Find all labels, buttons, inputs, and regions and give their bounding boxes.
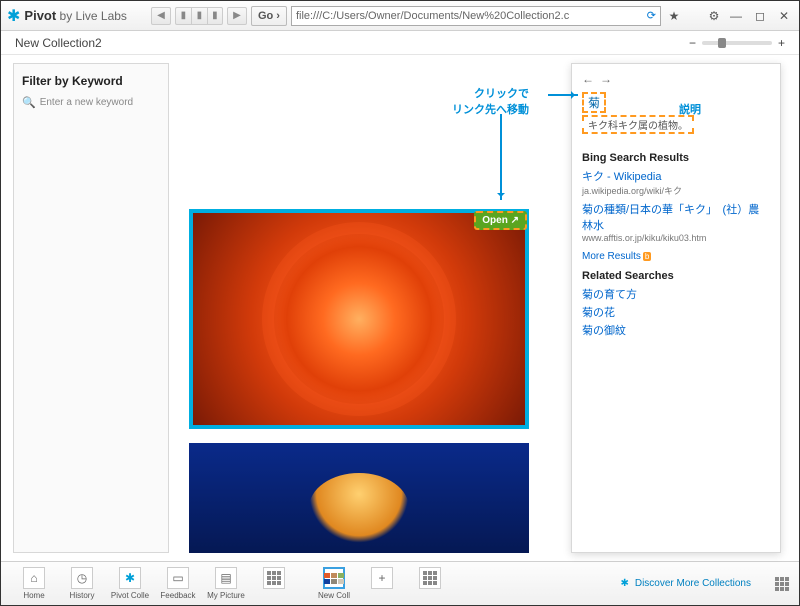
pivot-logo-icon: ✱ (7, 6, 20, 26)
bottom-current-collection[interactable]: New Coll (311, 567, 357, 600)
zoom-slider[interactable] (702, 41, 772, 45)
info-panel: ← → 菊 キク科キク属の植物。 Bing Search Results キク … (571, 63, 781, 553)
search-result-source: ja.wikipedia.org/wiki/キク (582, 184, 770, 197)
nav-seg-2[interactable]: ▮ (191, 7, 207, 25)
page-title: New Collection2 (15, 36, 102, 50)
nav-back-button[interactable]: ◀ (151, 7, 171, 25)
maximize-button[interactable]: ◻ (751, 7, 769, 25)
bottom-grid-view-2[interactable] (407, 567, 453, 600)
panel-item-title[interactable]: 菊 (582, 92, 606, 113)
flower-image (193, 213, 525, 425)
address-text: file:///C:/Users/Owner/Documents/New%20C… (296, 10, 569, 22)
more-results-link[interactable]: More Resultsb (582, 251, 651, 262)
pivot-icon: ✱ (119, 567, 141, 589)
search-icon: 🔍 (22, 96, 36, 109)
bottom-home[interactable]: ⌂Home (11, 567, 57, 600)
zoom-thumb[interactable] (718, 38, 726, 48)
collection-thumb-icon (323, 567, 345, 589)
plus-icon: + (371, 567, 393, 589)
close-button[interactable]: ✕ (775, 7, 793, 25)
panel-back-button[interactable]: ← (582, 72, 594, 86)
zoom-in-button[interactable]: + (778, 36, 785, 50)
related-search-link[interactable]: 菊の花 (582, 304, 770, 320)
pictures-icon: ▤ (215, 567, 237, 589)
favorite-button[interactable]: ★ (665, 7, 683, 25)
zoom-control: − + (689, 36, 785, 50)
app-name: Pivot (24, 8, 56, 23)
settings-button[interactable]: ⚙ (705, 7, 723, 25)
bing-icon: b (643, 252, 651, 261)
app-byline: by Live Labs (60, 9, 127, 23)
panel-item-desc: キク科キク属の植物。 (582, 115, 694, 134)
feedback-icon: ▭ (167, 567, 189, 589)
address-bar[interactable]: file:///C:/Users/Owner/Documents/New%20C… (291, 6, 661, 26)
filter-heading: Filter by Keyword (22, 74, 160, 88)
nav-forward-button[interactable]: ▶ (227, 7, 247, 25)
related-search-link[interactable]: 菊の御紋 (582, 322, 770, 338)
bottom-feedback[interactable]: ▭Feedback (155, 567, 201, 600)
grid-icon (263, 567, 285, 589)
bottom-bar: ⌂Home ◷History ✱Pivot Colle ▭Feedback ▤M… (1, 561, 799, 605)
go-button[interactable]: Go › (251, 6, 287, 26)
title-bar: ✱ Pivot by Live Labs ◀ ▮ ▮ ▮ ▶ Go › file… (1, 1, 799, 31)
app-logo: ✱ Pivot by Live Labs (7, 6, 127, 26)
view-grid-icon[interactable] (775, 577, 789, 591)
filter-sidebar: Filter by Keyword 🔍 Enter a new keyword (13, 63, 169, 553)
nav-seg-1[interactable]: ▮ (175, 7, 191, 25)
bottom-pivot-collections[interactable]: ✱Pivot Colle (107, 567, 153, 600)
nav-history-segment: ▮ ▮ ▮ (175, 7, 223, 25)
bottom-history[interactable]: ◷History (59, 567, 105, 600)
bottom-my-pictures[interactable]: ▤My Picture (203, 567, 249, 600)
discover-link[interactable]: ✱ Discover More Collections (620, 578, 751, 589)
search-result-link[interactable]: 菊の種類/日本の華「キク」 (社）農林水 (582, 201, 770, 233)
annotation-arrow-right (548, 94, 578, 96)
search-result-source: www.afftis.or.jp/kiku/kiku03.htm (582, 233, 770, 243)
search-result-link[interactable]: キク - Wikipedia (582, 168, 770, 184)
refresh-icon[interactable]: ⟳ (647, 9, 656, 22)
related-heading: Related Searches (582, 270, 770, 282)
open-badge[interactable]: Open ↗ (474, 211, 527, 230)
panel-forward-button[interactable]: → (600, 72, 612, 86)
tile-selected[interactable]: Open ↗ (189, 209, 529, 429)
annotation-click-link: クリックで リンク先へ移動 (452, 85, 529, 117)
annotation-explain: 説明 (679, 101, 701, 117)
bing-heading: Bing Search Results (582, 152, 770, 164)
tile-jellyfish[interactable] (189, 443, 529, 553)
related-search-link[interactable]: 菊の育て方 (582, 286, 770, 302)
grid-icon (419, 567, 441, 589)
minimize-button[interactable]: — (727, 7, 745, 25)
keyword-input[interactable]: 🔍 Enter a new keyword (22, 96, 160, 109)
bottom-add-collection[interactable]: + (359, 567, 405, 600)
bottom-grid-view[interactable] (251, 567, 297, 600)
keyword-placeholder: Enter a new keyword (40, 97, 133, 108)
home-icon: ⌂ (23, 567, 45, 589)
pivot-logo-icon: ✱ (620, 578, 628, 589)
sub-header: New Collection2 − + (1, 31, 799, 55)
nav-seg-3[interactable]: ▮ (207, 7, 223, 25)
zoom-out-button[interactable]: − (689, 36, 696, 50)
annotation-arrow-down (500, 114, 502, 200)
history-icon: ◷ (71, 567, 93, 589)
